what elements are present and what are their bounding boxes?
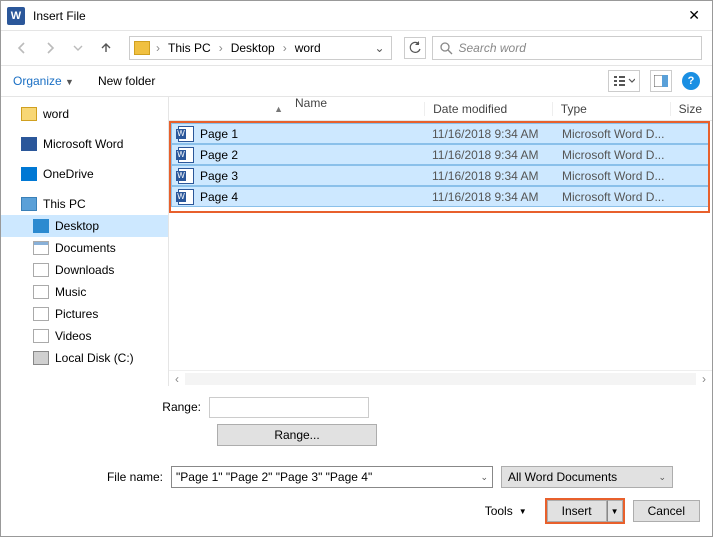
- navbar: › This PC › Desktop › word ⌄ Search word: [1, 31, 712, 65]
- back-button[interactable]: [11, 37, 33, 59]
- videos-icon: [33, 329, 49, 343]
- scroll-right-icon[interactable]: ›: [696, 372, 712, 386]
- bottom-panel: Range: Range... File name: "Page 1" "Pag…: [1, 386, 712, 536]
- file-row[interactable]: Page 311/16/2018 9:34 AMMicrosoft Word D…: [171, 165, 710, 186]
- folder-icon: [134, 41, 150, 55]
- chevron-down-icon: ▼: [611, 507, 619, 516]
- breadcrumb-word[interactable]: word: [293, 41, 323, 55]
- forward-button[interactable]: [39, 37, 61, 59]
- nav-tree: word Microsoft Word OneDrive This PC Des…: [1, 97, 169, 386]
- sort-asc-icon: ▲: [274, 104, 283, 114]
- chevron-down-icon: ⌄: [658, 472, 666, 483]
- col-name[interactable]: ▲Name: [169, 102, 424, 116]
- tree-item-msword[interactable]: Microsoft Word: [1, 133, 168, 155]
- refresh-button[interactable]: [404, 37, 426, 59]
- tree-item-downloads[interactable]: Downloads: [1, 259, 168, 281]
- view-options-button[interactable]: [608, 70, 640, 92]
- word-doc-icon: [178, 126, 194, 142]
- toolbar: Organize ▼ New folder ?: [1, 65, 712, 97]
- filename-label: File name:: [13, 470, 163, 484]
- range-button[interactable]: Range...: [217, 424, 377, 446]
- downloads-icon: [33, 263, 49, 277]
- desktop-icon: [33, 219, 49, 233]
- file-type-filter[interactable]: All Word Documents ⌄: [501, 466, 673, 488]
- insert-highlight: Insert ▼: [545, 498, 625, 524]
- search-icon: [439, 41, 453, 55]
- folder-icon: [21, 107, 37, 121]
- chevron-down-icon[interactable]: ⌄: [371, 41, 389, 55]
- range-display: [209, 397, 369, 418]
- disk-icon: [33, 351, 49, 365]
- file-list-pane: ▲Name Date modified Type Size Page 111/1…: [169, 97, 712, 386]
- col-type[interactable]: Type: [552, 102, 670, 116]
- chevron-right-icon[interactable]: ›: [279, 41, 291, 55]
- chevron-down-icon: ▼: [519, 507, 527, 516]
- chevron-right-icon[interactable]: ›: [152, 41, 164, 55]
- breadcrumb-root[interactable]: This PC: [166, 41, 213, 55]
- chevron-down-icon: ▼: [65, 77, 74, 87]
- word-doc-icon: [178, 189, 194, 205]
- tree-item-thispc[interactable]: This PC: [1, 193, 168, 215]
- search-input[interactable]: Search word: [432, 36, 703, 60]
- search-placeholder: Search word: [459, 41, 526, 55]
- up-button[interactable]: [95, 37, 117, 59]
- music-icon: [33, 285, 49, 299]
- documents-icon: [33, 241, 49, 255]
- word-doc-icon: [178, 147, 194, 163]
- chevron-down-icon[interactable]: ⌄: [480, 472, 488, 483]
- titlebar: W Insert File ✕: [1, 1, 712, 31]
- tree-item-documents[interactable]: Documents: [1, 237, 168, 259]
- tools-menu[interactable]: Tools ▼: [485, 504, 527, 518]
- filename-input[interactable]: "Page 1" "Page 2" "Page 3" "Page 4" ⌄: [171, 466, 493, 488]
- insert-file-dialog: W Insert File ✕ › This PC › Desktop › wo…: [0, 0, 713, 537]
- organize-menu[interactable]: Organize ▼: [13, 74, 74, 88]
- word-icon: [21, 137, 37, 151]
- tree-item-pictures[interactable]: Pictures: [1, 303, 168, 325]
- insert-dropdown[interactable]: ▼: [607, 500, 623, 522]
- col-date[interactable]: Date modified: [424, 102, 552, 116]
- chevron-right-icon[interactable]: ›: [215, 41, 227, 55]
- range-label: Range:: [13, 400, 209, 414]
- tree-item-desktop[interactable]: Desktop: [1, 215, 168, 237]
- tree-item-localdisk[interactable]: Local Disk (C:): [1, 347, 168, 369]
- breadcrumb[interactable]: › This PC › Desktop › word ⌄: [129, 36, 392, 60]
- word-app-icon: W: [7, 7, 25, 25]
- scroll-left-icon[interactable]: ‹: [169, 372, 185, 386]
- pc-icon: [21, 197, 37, 211]
- col-size[interactable]: Size: [670, 102, 712, 116]
- window-title: Insert File: [33, 9, 684, 23]
- close-icon[interactable]: ✕: [684, 7, 704, 24]
- h-scrollbar[interactable]: ‹ ›: [169, 370, 712, 386]
- filename-value: "Page 1" "Page 2" "Page 3" "Page 4": [176, 470, 372, 484]
- help-button[interactable]: ?: [682, 72, 700, 90]
- recent-dropdown-icon[interactable]: [67, 37, 89, 59]
- tree-item-onedrive[interactable]: OneDrive: [1, 163, 168, 185]
- file-row[interactable]: Page 211/16/2018 9:34 AMMicrosoft Word D…: [171, 144, 710, 165]
- preview-pane-button[interactable]: [650, 70, 672, 92]
- tree-item-word[interactable]: word: [1, 103, 168, 125]
- file-row[interactable]: Page 411/16/2018 9:34 AMMicrosoft Word D…: [171, 186, 710, 207]
- file-rows: Page 111/16/2018 9:34 AMMicrosoft Word D…: [169, 121, 712, 209]
- word-doc-icon: [178, 168, 194, 184]
- scroll-track[interactable]: [185, 373, 696, 385]
- insert-button[interactable]: Insert: [547, 500, 607, 522]
- column-headers: ▲Name Date modified Type Size: [169, 97, 712, 121]
- new-folder-button[interactable]: New folder: [98, 74, 155, 88]
- tree-item-videos[interactable]: Videos: [1, 325, 168, 347]
- cancel-button[interactable]: Cancel: [633, 500, 700, 522]
- tree-item-music[interactable]: Music: [1, 281, 168, 303]
- onedrive-icon: [21, 167, 37, 181]
- breadcrumb-desktop[interactable]: Desktop: [229, 41, 277, 55]
- file-row[interactable]: Page 111/16/2018 9:34 AMMicrosoft Word D…: [171, 123, 710, 144]
- pictures-icon: [33, 307, 49, 321]
